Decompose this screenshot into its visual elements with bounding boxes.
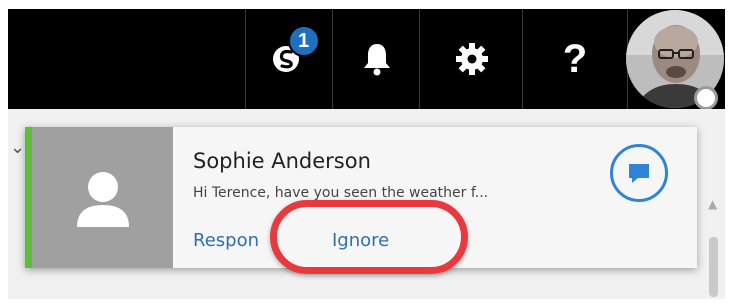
message-preview: Hi Terence, have you seen the weather f.… xyxy=(193,185,489,201)
contact-photo-placeholder xyxy=(32,127,173,268)
scroll-thumb[interactable] xyxy=(709,237,718,297)
unread-accent-bar xyxy=(25,127,32,268)
skype-notification-badge: 1 xyxy=(287,25,320,57)
bell-icon xyxy=(363,44,390,76)
top-toolbar: 1 ? xyxy=(8,9,725,110)
open-chat-button[interactable] xyxy=(610,144,668,202)
ignore-highlight-annotation xyxy=(270,200,468,274)
scrollbar[interactable]: ▲ xyxy=(706,197,720,297)
respond-link[interactable]: Respon xyxy=(193,230,259,251)
skype-icon: 1 xyxy=(270,25,320,79)
person-icon xyxy=(76,171,129,227)
help-button[interactable]: ? xyxy=(522,9,628,109)
sender-name: Sophie Anderson xyxy=(193,149,371,173)
scroll-up-arrow-icon[interactable]: ▲ xyxy=(708,197,717,211)
gear-icon xyxy=(455,43,488,75)
notifications-button[interactable] xyxy=(332,9,420,109)
settings-button[interactable] xyxy=(419,9,523,109)
chevron-down-icon[interactable]: ⌄ xyxy=(10,137,25,158)
chat-bubble-icon xyxy=(629,164,649,183)
help-icon: ? xyxy=(562,36,588,81)
presence-status-indicator xyxy=(694,86,718,110)
skype-button[interactable]: 1 xyxy=(245,9,333,109)
